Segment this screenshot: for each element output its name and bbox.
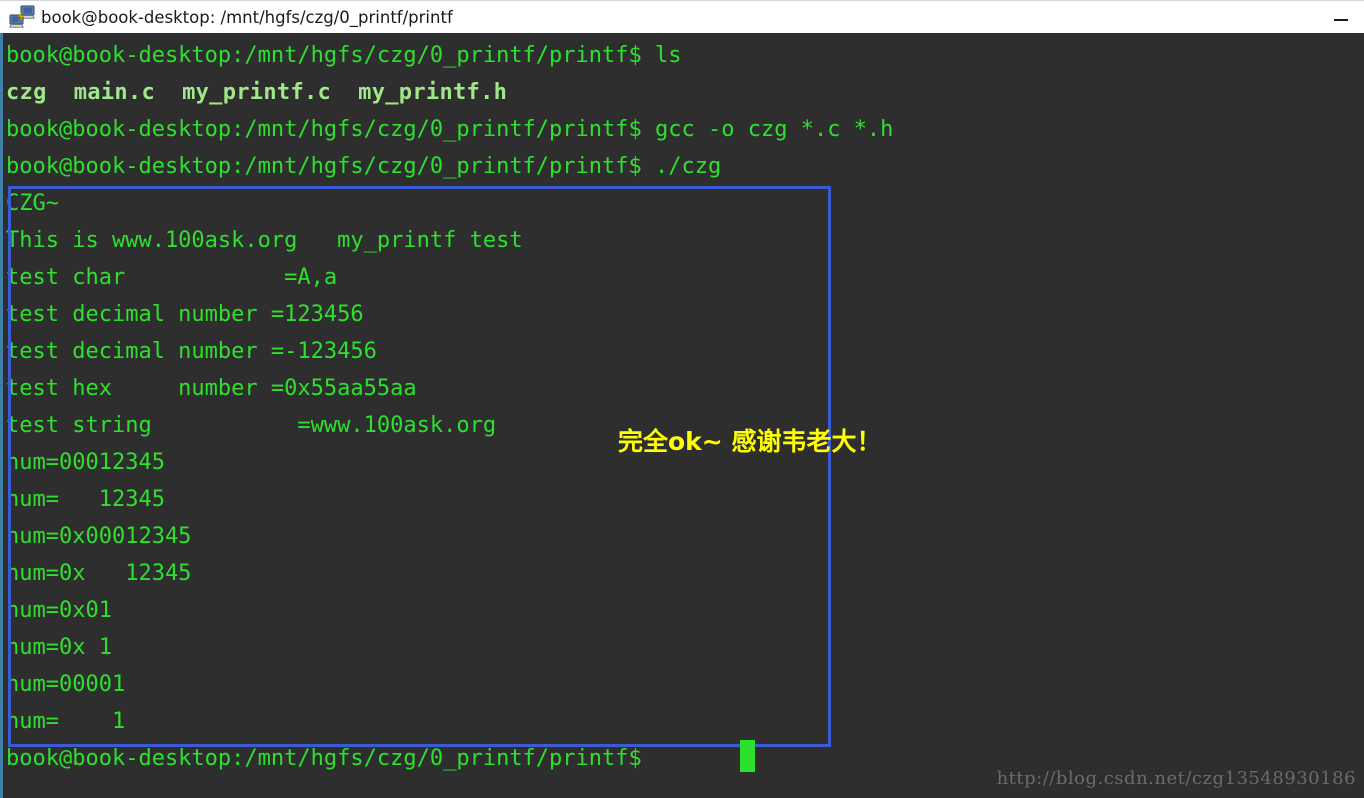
terminal-line: test hex number =0x55aa55aa xyxy=(6,376,417,401)
minimize-button[interactable] xyxy=(1318,1,1364,34)
terminal-line: test decimal number =-123456 xyxy=(6,339,377,364)
terminal-line: czg main.c my_printf.c my_printf.h xyxy=(6,80,508,105)
terminal-line: book@book-desktop:/mnt/hgfs/czg/0_printf… xyxy=(6,154,722,179)
terminal-line: num= 12345 xyxy=(6,487,165,512)
terminal-screen[interactable]: book@book-desktop:/mnt/hgfs/czg/0_printf… xyxy=(0,33,1364,798)
window-titlebar: book@book-desktop: /mnt/hgfs/czg/0_print… xyxy=(0,0,1364,33)
blog-watermark: http://blog.csdn.net/czg13548930186 xyxy=(996,768,1356,789)
window-title: book@book-desktop: /mnt/hgfs/czg/0_print… xyxy=(41,7,453,27)
terminal-line: num=00001 xyxy=(6,672,126,697)
terminal-line: book@book-desktop:/mnt/hgfs/czg/0_printf… xyxy=(6,43,682,68)
terminal-line: book@book-desktop:/mnt/hgfs/czg/0_printf… xyxy=(6,746,656,771)
terminal-line: test decimal number =123456 xyxy=(6,302,364,327)
terminal-line: num=0x 12345 xyxy=(6,561,192,586)
terminal-cursor xyxy=(740,740,755,772)
terminal-line: num=0x 1 xyxy=(6,635,112,660)
terminal-line: This is www.100ask.org my_printf test xyxy=(6,228,523,253)
terminal-window: book@book-desktop: /mnt/hgfs/czg/0_print… xyxy=(0,0,1364,798)
terminal-line: test char =A,a xyxy=(6,265,338,290)
terminal-line: num= 1 xyxy=(6,709,126,734)
annotation-note: 完全ok~ 感谢韦老大！ xyxy=(618,427,882,456)
terminal-line: test string =www.100ask.org xyxy=(6,413,497,438)
putty-network-icon xyxy=(9,5,35,29)
terminal-line: num=0x00012345 xyxy=(6,524,192,549)
terminal-line: num=00012345 xyxy=(6,450,165,475)
terminal-line: num=0x01 xyxy=(6,598,112,623)
terminal-line: book@book-desktop:/mnt/hgfs/czg/0_printf… xyxy=(6,117,894,142)
terminal-text-area[interactable]: book@book-desktop:/mnt/hgfs/czg/0_printf… xyxy=(3,33,1364,798)
window-controls xyxy=(1318,1,1364,34)
minimize-icon xyxy=(1334,18,1348,21)
terminal-line: CZG~ xyxy=(6,191,59,216)
